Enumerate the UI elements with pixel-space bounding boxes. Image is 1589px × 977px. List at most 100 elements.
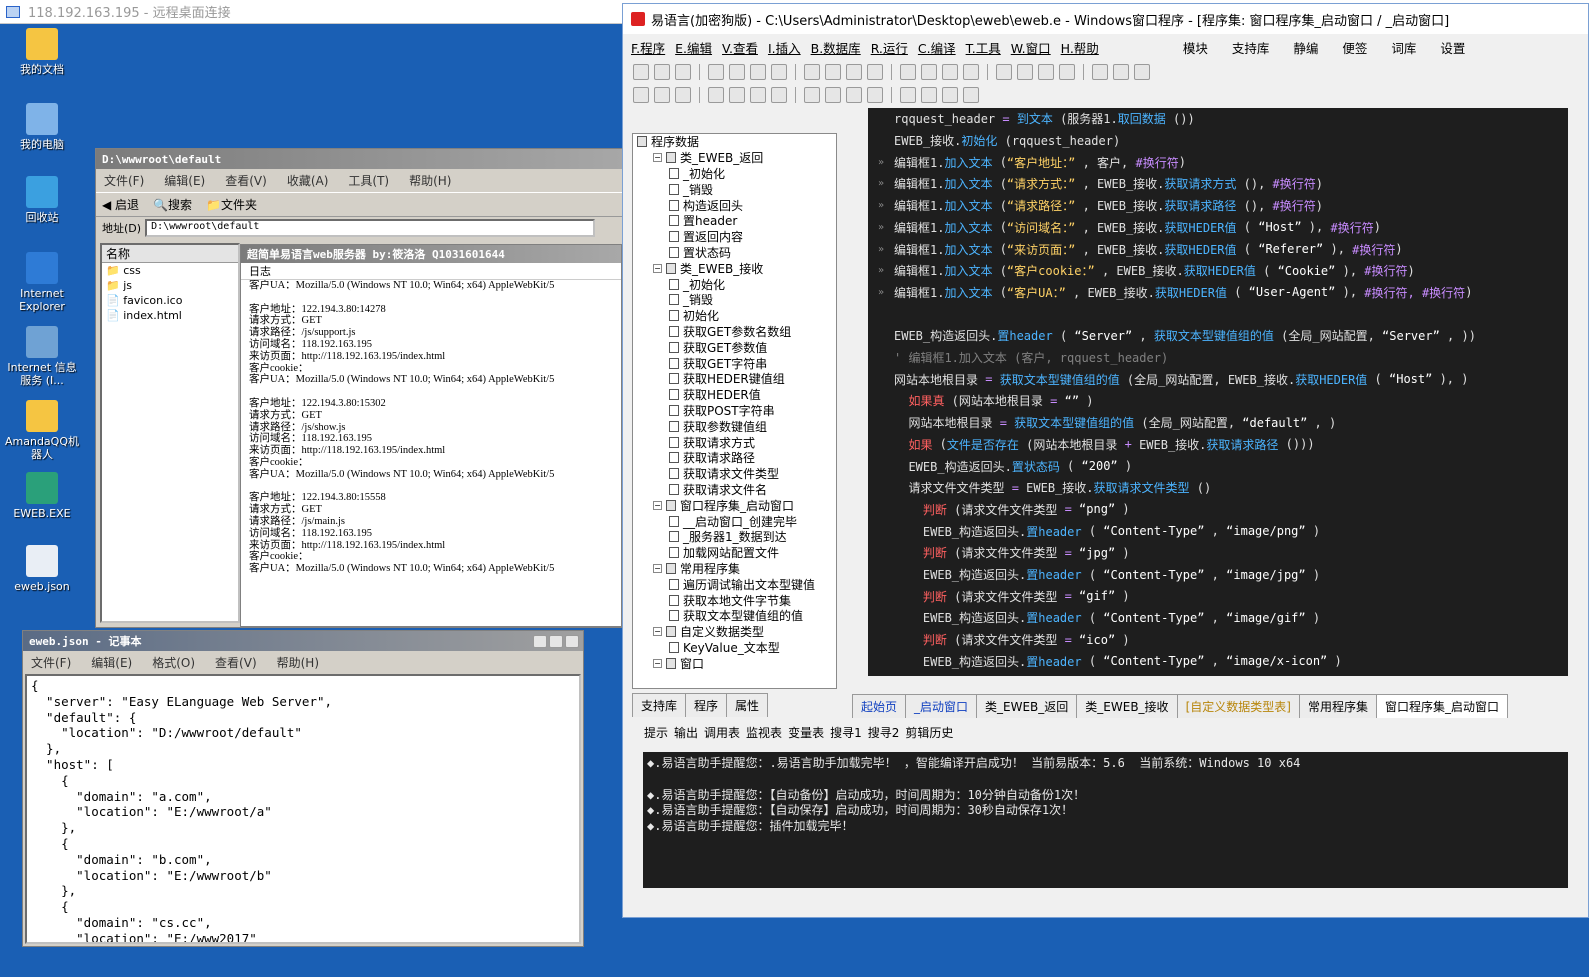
menu-item[interactable]: 收藏(A) <box>287 172 329 189</box>
file-item[interactable]: 📁 css <box>102 263 238 278</box>
output-tab[interactable]: 剪辑历史 <box>905 724 953 741</box>
menu-item[interactable]: 查看(V) <box>225 172 267 189</box>
menu-item[interactable]: 帮助(H) <box>409 172 451 189</box>
column-name[interactable]: 名称 <box>102 245 238 263</box>
expand-toggle[interactable]: − <box>653 153 662 163</box>
ide-menu-right-item[interactable]: 静编 <box>1293 38 1318 57</box>
tree-item[interactable]: KeyValue_文本型 <box>633 640 836 656</box>
minimize-button[interactable] <box>533 634 547 648</box>
desktop-icon[interactable]: 我的电脑 <box>2 103 82 151</box>
program-tree[interactable]: 程序数据 − 类_EWEB_返回 _初始化 _销毁 构造返回头 置header 置返回内容 置状… <box>632 133 837 689</box>
toolbar-button[interactable] <box>1017 63 1033 80</box>
maximize-button[interactable] <box>549 634 563 648</box>
toolbar-button[interactable] <box>942 63 958 80</box>
tree-item[interactable]: − 窗口程序集_启动窗口 <box>633 497 836 513</box>
tree-item[interactable]: − 类_EWEB_接收 <box>633 260 836 276</box>
toolbar-button[interactable] <box>825 63 841 80</box>
tree-item[interactable]: 置header <box>633 213 836 229</box>
tree-item[interactable]: _销毁 <box>633 292 836 308</box>
expand-toggle[interactable]: − <box>653 658 662 668</box>
toolbar-button[interactable] <box>1113 63 1129 80</box>
toolbar-button[interactable] <box>942 86 958 103</box>
ide-menu-right-item[interactable]: 词库 <box>1391 38 1416 57</box>
address-input[interactable]: D:\wwwroot\default <box>145 219 596 237</box>
tree-item[interactable]: __启动窗口_创建完毕 <box>633 513 836 529</box>
desktop-icon[interactable]: 我的文档 <box>2 28 82 76</box>
tree-item[interactable]: − 常用程序集 <box>633 561 836 577</box>
toolbar-button[interactable] <box>996 63 1012 80</box>
ide-menu-item[interactable]: E.编辑 <box>675 38 712 57</box>
output-tab[interactable]: 输出 <box>674 724 698 741</box>
desktop-icon[interactable]: EWEB.EXE <box>2 472 82 520</box>
tree-item[interactable]: 获取文本型键值组的值 <box>633 608 836 624</box>
ide-menu-item[interactable]: I.插入 <box>768 38 801 57</box>
menu-item[interactable]: 文件(F) <box>31 654 71 671</box>
output-panel[interactable]: ◆.易语言助手提醒您：.易语言助手加载完毕！ ，智能编译开启成功！ 当前易版本：… <box>643 752 1568 888</box>
notepad-text[interactable]: { "server": "Easy ELanguage Web Server",… <box>25 674 581 944</box>
tree-item[interactable]: 获取HEDER值 <box>633 387 836 403</box>
toolbar-button[interactable] <box>1059 63 1075 80</box>
code-tab[interactable]: [自定义数据类型表] <box>1176 694 1300 718</box>
ide-menu-item[interactable]: H.帮助 <box>1061 38 1099 57</box>
output-tab[interactable]: 变量表 <box>788 724 824 741</box>
desktop-icon[interactable]: Internet 信息服务 (I... <box>2 326 82 387</box>
file-item[interactable]: 📄 index.html <box>102 308 238 323</box>
tree-item[interactable]: 获取HEDER键值组 <box>633 371 836 387</box>
toolbar-button[interactable] <box>921 63 937 80</box>
code-tab[interactable]: 起始页 <box>852 694 907 718</box>
tree-item[interactable]: 获取请求文件类型 <box>633 466 836 482</box>
file-item[interactable]: 📄 favicon.ico <box>102 293 238 308</box>
toolbar-button[interactable] <box>1038 63 1054 80</box>
tree-item[interactable]: 获取本地文件字节集 <box>633 592 836 608</box>
tree-item[interactable]: 获取请求方式 <box>633 434 836 450</box>
back-button[interactable]: ◀ 启退 <box>102 196 139 213</box>
tree-item[interactable]: 获取GET字符串 <box>633 355 836 371</box>
log-area[interactable]: 客户UA：Mozilla/5.0 (Windows NT 10.0; Win64… <box>241 280 621 600</box>
tree-item[interactable]: 置状态码 <box>633 245 836 261</box>
toolbar-button[interactable] <box>900 86 916 103</box>
ide-menu-item[interactable]: V.查看 <box>722 38 758 57</box>
toolbar-button[interactable] <box>729 63 745 80</box>
ide-menu-item[interactable]: B.数据库 <box>811 38 861 57</box>
tree-item[interactable]: _服务器1_数据到达 <box>633 529 836 545</box>
tree-item[interactable]: 加载网站配置文件 <box>633 545 836 561</box>
toolbar-button[interactable] <box>1134 63 1150 80</box>
ide-menu-item[interactable]: R.运行 <box>871 38 908 57</box>
expand-toggle[interactable]: − <box>653 563 662 573</box>
menu-item[interactable]: 格式(O) <box>152 654 195 671</box>
menu-item[interactable]: 工具(T) <box>348 172 389 189</box>
output-tab[interactable]: 调用表 <box>704 724 740 741</box>
ide-menu-right-item[interactable]: 设置 <box>1440 38 1465 57</box>
folders-button[interactable]: 📁文件夹 <box>206 196 257 213</box>
code-tab[interactable]: 类_EWEB_返回 <box>976 694 1078 718</box>
toolbar-button[interactable] <box>846 63 862 80</box>
toolbar-button[interactable] <box>921 86 937 103</box>
toolbar-button[interactable] <box>1092 63 1108 80</box>
toolbar-button[interactable] <box>963 86 979 103</box>
tree-item[interactable]: − 类_EWEB_返回 <box>633 150 836 166</box>
ide-menu-item[interactable]: C.编译 <box>918 38 956 57</box>
code-tab[interactable]: 类_EWEB_接收 <box>1076 694 1178 718</box>
toolbar-button[interactable] <box>804 86 820 103</box>
toolbar-button[interactable] <box>729 86 745 103</box>
expand-toggle[interactable]: − <box>653 500 662 510</box>
expand-toggle[interactable]: − <box>653 627 662 637</box>
ide-menu-item[interactable]: F.程序 <box>631 38 665 57</box>
menu-item[interactable]: 编辑(E) <box>164 172 205 189</box>
code-tab[interactable]: 常用程序集 <box>1298 694 1377 718</box>
tree-item[interactable]: 获取参数键值组 <box>633 418 836 434</box>
expand-toggle[interactable]: − <box>653 263 662 273</box>
ide-menu-right-item[interactable]: 支持库 <box>1232 38 1270 57</box>
toolbar-button[interactable] <box>771 63 787 80</box>
desktop-icon[interactable]: AmandaQQ机器人 <box>2 400 82 461</box>
tree-item[interactable]: 初始化 <box>633 308 836 324</box>
tree-item[interactable]: 置返回内容 <box>633 229 836 245</box>
ide-menu-item[interactable]: W.窗口 <box>1011 38 1051 57</box>
tree-item[interactable]: − 自定义数据类型 <box>633 624 836 640</box>
ide-menu-right-item[interactable]: 便签 <box>1342 38 1367 57</box>
toolbar-button[interactable] <box>867 63 883 80</box>
toolbar-button[interactable] <box>867 86 883 103</box>
toolbar-button[interactable] <box>804 63 820 80</box>
toolbar-button[interactable] <box>654 63 670 80</box>
menu-item[interactable]: 文件(F) <box>104 172 144 189</box>
